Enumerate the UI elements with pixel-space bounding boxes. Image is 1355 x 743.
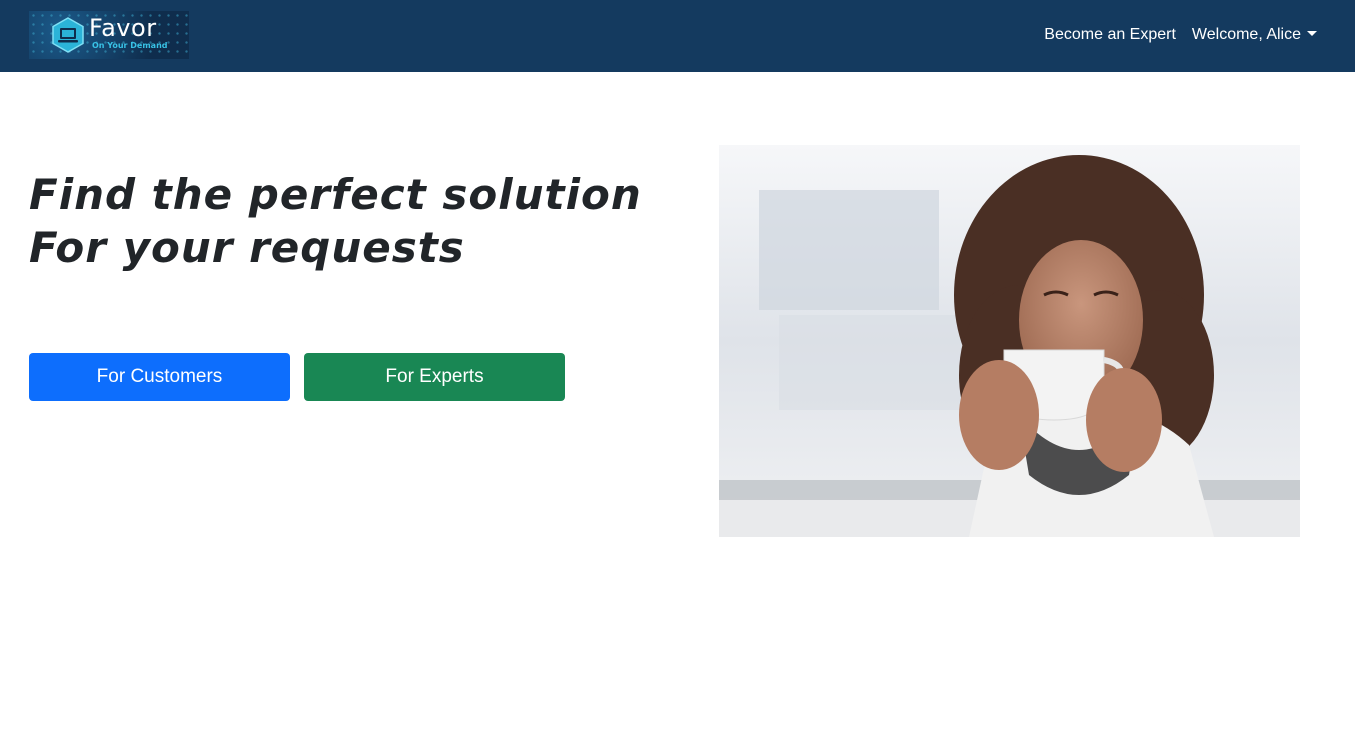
- logo-brand-text: Favor: [89, 14, 157, 42]
- for-experts-button[interactable]: For Experts: [304, 353, 565, 401]
- hero-headline-line2: For your requests: [29, 223, 465, 272]
- brand-logo[interactable]: Favor On Your Demand: [29, 11, 189, 59]
- logo-tagline: On Your Demand: [92, 41, 168, 50]
- hero-photo: [719, 145, 1300, 537]
- woman-drinking-coffee-photo: [719, 145, 1300, 537]
- laptop-hexagon-icon: [52, 17, 84, 53]
- become-expert-link[interactable]: Become an Expert: [1044, 24, 1176, 46]
- hero-headline: Find the perfect solution For your reque…: [29, 168, 642, 274]
- hero-headline-line1: Find the perfect solution: [29, 170, 642, 219]
- user-menu-dropdown[interactable]: Welcome, Alice: [1192, 24, 1317, 46]
- for-customers-button[interactable]: For Customers: [29, 353, 290, 401]
- user-menu-label: Welcome, Alice: [1191, 26, 1301, 43]
- top-navbar: Favor On Your Demand Become an Expert We…: [0, 0, 1355, 72]
- caret-down-icon: [1307, 30, 1317, 36]
- nav-links: Become an Expert Welcome, Alice: [1044, 24, 1317, 46]
